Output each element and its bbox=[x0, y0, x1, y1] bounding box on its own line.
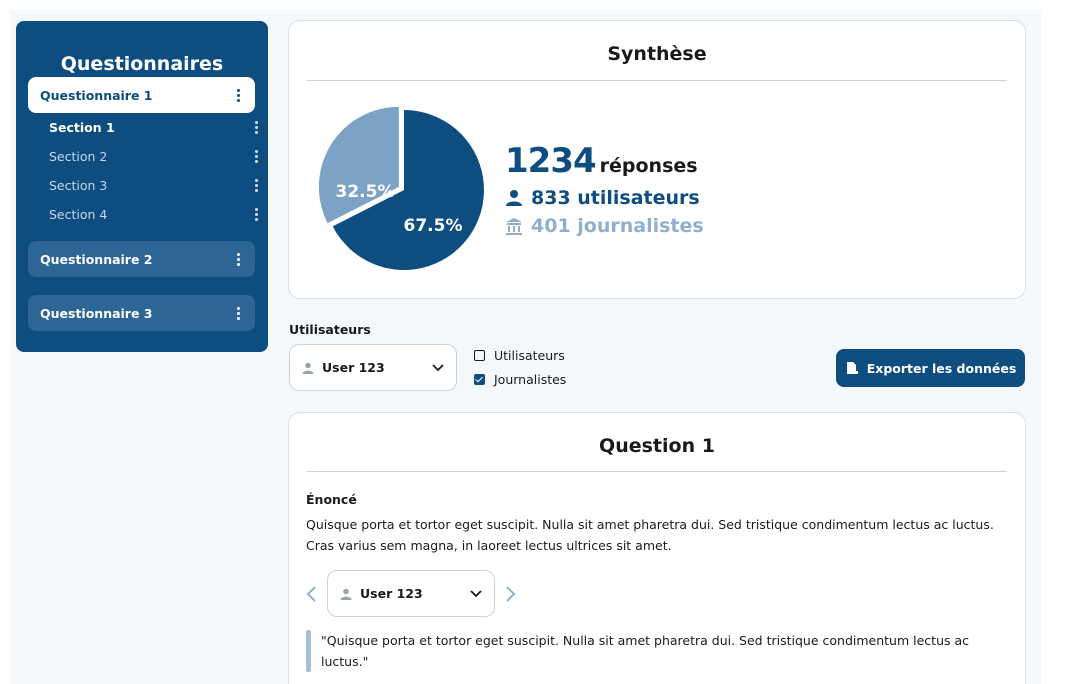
quote-bar bbox=[306, 630, 311, 672]
user-icon bbox=[302, 362, 314, 374]
synthese-title: Synthèse bbox=[607, 43, 707, 65]
sidebar-section-1[interactable]: Section 1 bbox=[49, 117, 261, 137]
checkbox-journalistes[interactable]: Journalistes bbox=[474, 372, 566, 387]
journalists-count-line: 401 journalistes bbox=[505, 215, 704, 237]
total-responses-count: 1234 bbox=[505, 141, 597, 181]
checkbox-label: Journalistes bbox=[494, 372, 567, 387]
more-options-icon[interactable] bbox=[251, 149, 261, 163]
synthese-card: Synthèse 32.5% 67.5% 1234 réponses 833 ut… bbox=[288, 20, 1026, 299]
enonce-label: Énoncé bbox=[306, 492, 357, 507]
pie-label-utilisateurs: 67.5% bbox=[404, 216, 463, 236]
user-icon bbox=[340, 588, 352, 600]
more-options-icon[interactable] bbox=[233, 306, 243, 320]
user-icon bbox=[506, 190, 522, 206]
sidebar-section-4[interactable]: Section 4 bbox=[49, 204, 261, 224]
journalists-count: 401 journalistes bbox=[531, 215, 704, 237]
document-export-icon bbox=[846, 362, 858, 374]
more-options-icon[interactable] bbox=[251, 120, 261, 134]
more-options-icon[interactable] bbox=[233, 88, 243, 102]
chevron-down-icon bbox=[470, 589, 482, 597]
users-count-line: 833 utilisateurs bbox=[505, 187, 704, 209]
institution-icon bbox=[506, 218, 522, 235]
user-select[interactable]: User 123 bbox=[289, 344, 457, 391]
sidebar-item-label: Questionnaire 1 bbox=[40, 87, 153, 103]
filter-label: Utilisateurs bbox=[289, 322, 371, 337]
previous-arrow-icon[interactable] bbox=[303, 585, 321, 603]
enonce-text: Quisque porta et tortor eget suscipit. N… bbox=[306, 517, 994, 553]
checkbox-box[interactable] bbox=[474, 350, 485, 361]
section-label: Section 1 bbox=[49, 119, 115, 135]
answer-user-select-value: User 123 bbox=[360, 586, 423, 601]
chevron-down-icon bbox=[432, 363, 444, 371]
sidebar-section-2[interactable]: Section 2 bbox=[49, 146, 261, 166]
user-select-value: User 123 bbox=[322, 360, 385, 375]
export-button-label: Exporter les données bbox=[866, 360, 1017, 376]
more-options-icon[interactable] bbox=[251, 178, 261, 192]
next-arrow-icon[interactable] bbox=[501, 585, 519, 603]
divider bbox=[307, 80, 1007, 81]
sidebar-item-label: Questionnaire 2 bbox=[40, 251, 153, 267]
answer-user-select[interactable]: User 123 bbox=[327, 570, 495, 617]
sidebar-title: Questionnaires bbox=[60, 53, 224, 75]
sidebar-item-label: Questionnaire 3 bbox=[40, 305, 153, 321]
export-data-button[interactable]: Exporter les données bbox=[836, 349, 1025, 387]
section-label: Section 4 bbox=[49, 206, 108, 222]
question-title: Question 1 bbox=[599, 435, 715, 457]
divider bbox=[307, 471, 1007, 472]
pie-label-journalistes: 32.5% bbox=[336, 182, 395, 202]
sidebar-section-3[interactable]: Section 3 bbox=[49, 175, 261, 195]
checkbox-box-checked[interactable] bbox=[474, 374, 485, 385]
stats-block: 1234 réponses 833 utilisateurs 401 journa… bbox=[505, 141, 704, 237]
checkbox-label: Utilisateurs bbox=[494, 348, 565, 363]
sidebar: Questionnaires Questionnaire 1 Section 1… bbox=[16, 21, 268, 352]
section-label: Section 2 bbox=[49, 148, 108, 164]
more-options-icon[interactable] bbox=[251, 207, 261, 221]
responses-pie-chart: 32.5% 67.5% bbox=[319, 106, 484, 270]
more-options-icon[interactable] bbox=[233, 252, 243, 266]
section-label: Section 3 bbox=[49, 177, 108, 193]
sidebar-item-questionnaire-1[interactable]: Questionnaire 1 bbox=[28, 77, 255, 113]
sidebar-item-questionnaire-3[interactable]: Questionnaire 3 bbox=[28, 295, 255, 331]
answer-quote: "Quisque porta et tortor eget suscipit. … bbox=[321, 633, 970, 669]
total-responses-label: réponses bbox=[599, 155, 698, 177]
sidebar-item-questionnaire-2[interactable]: Questionnaire 2 bbox=[28, 241, 255, 277]
checkbox-utilisateurs[interactable]: Utilisateurs bbox=[474, 348, 565, 363]
users-count: 833 utilisateurs bbox=[531, 187, 700, 209]
question-card: Question 1 Énoncé Quisque porta et torto… bbox=[288, 412, 1026, 684]
